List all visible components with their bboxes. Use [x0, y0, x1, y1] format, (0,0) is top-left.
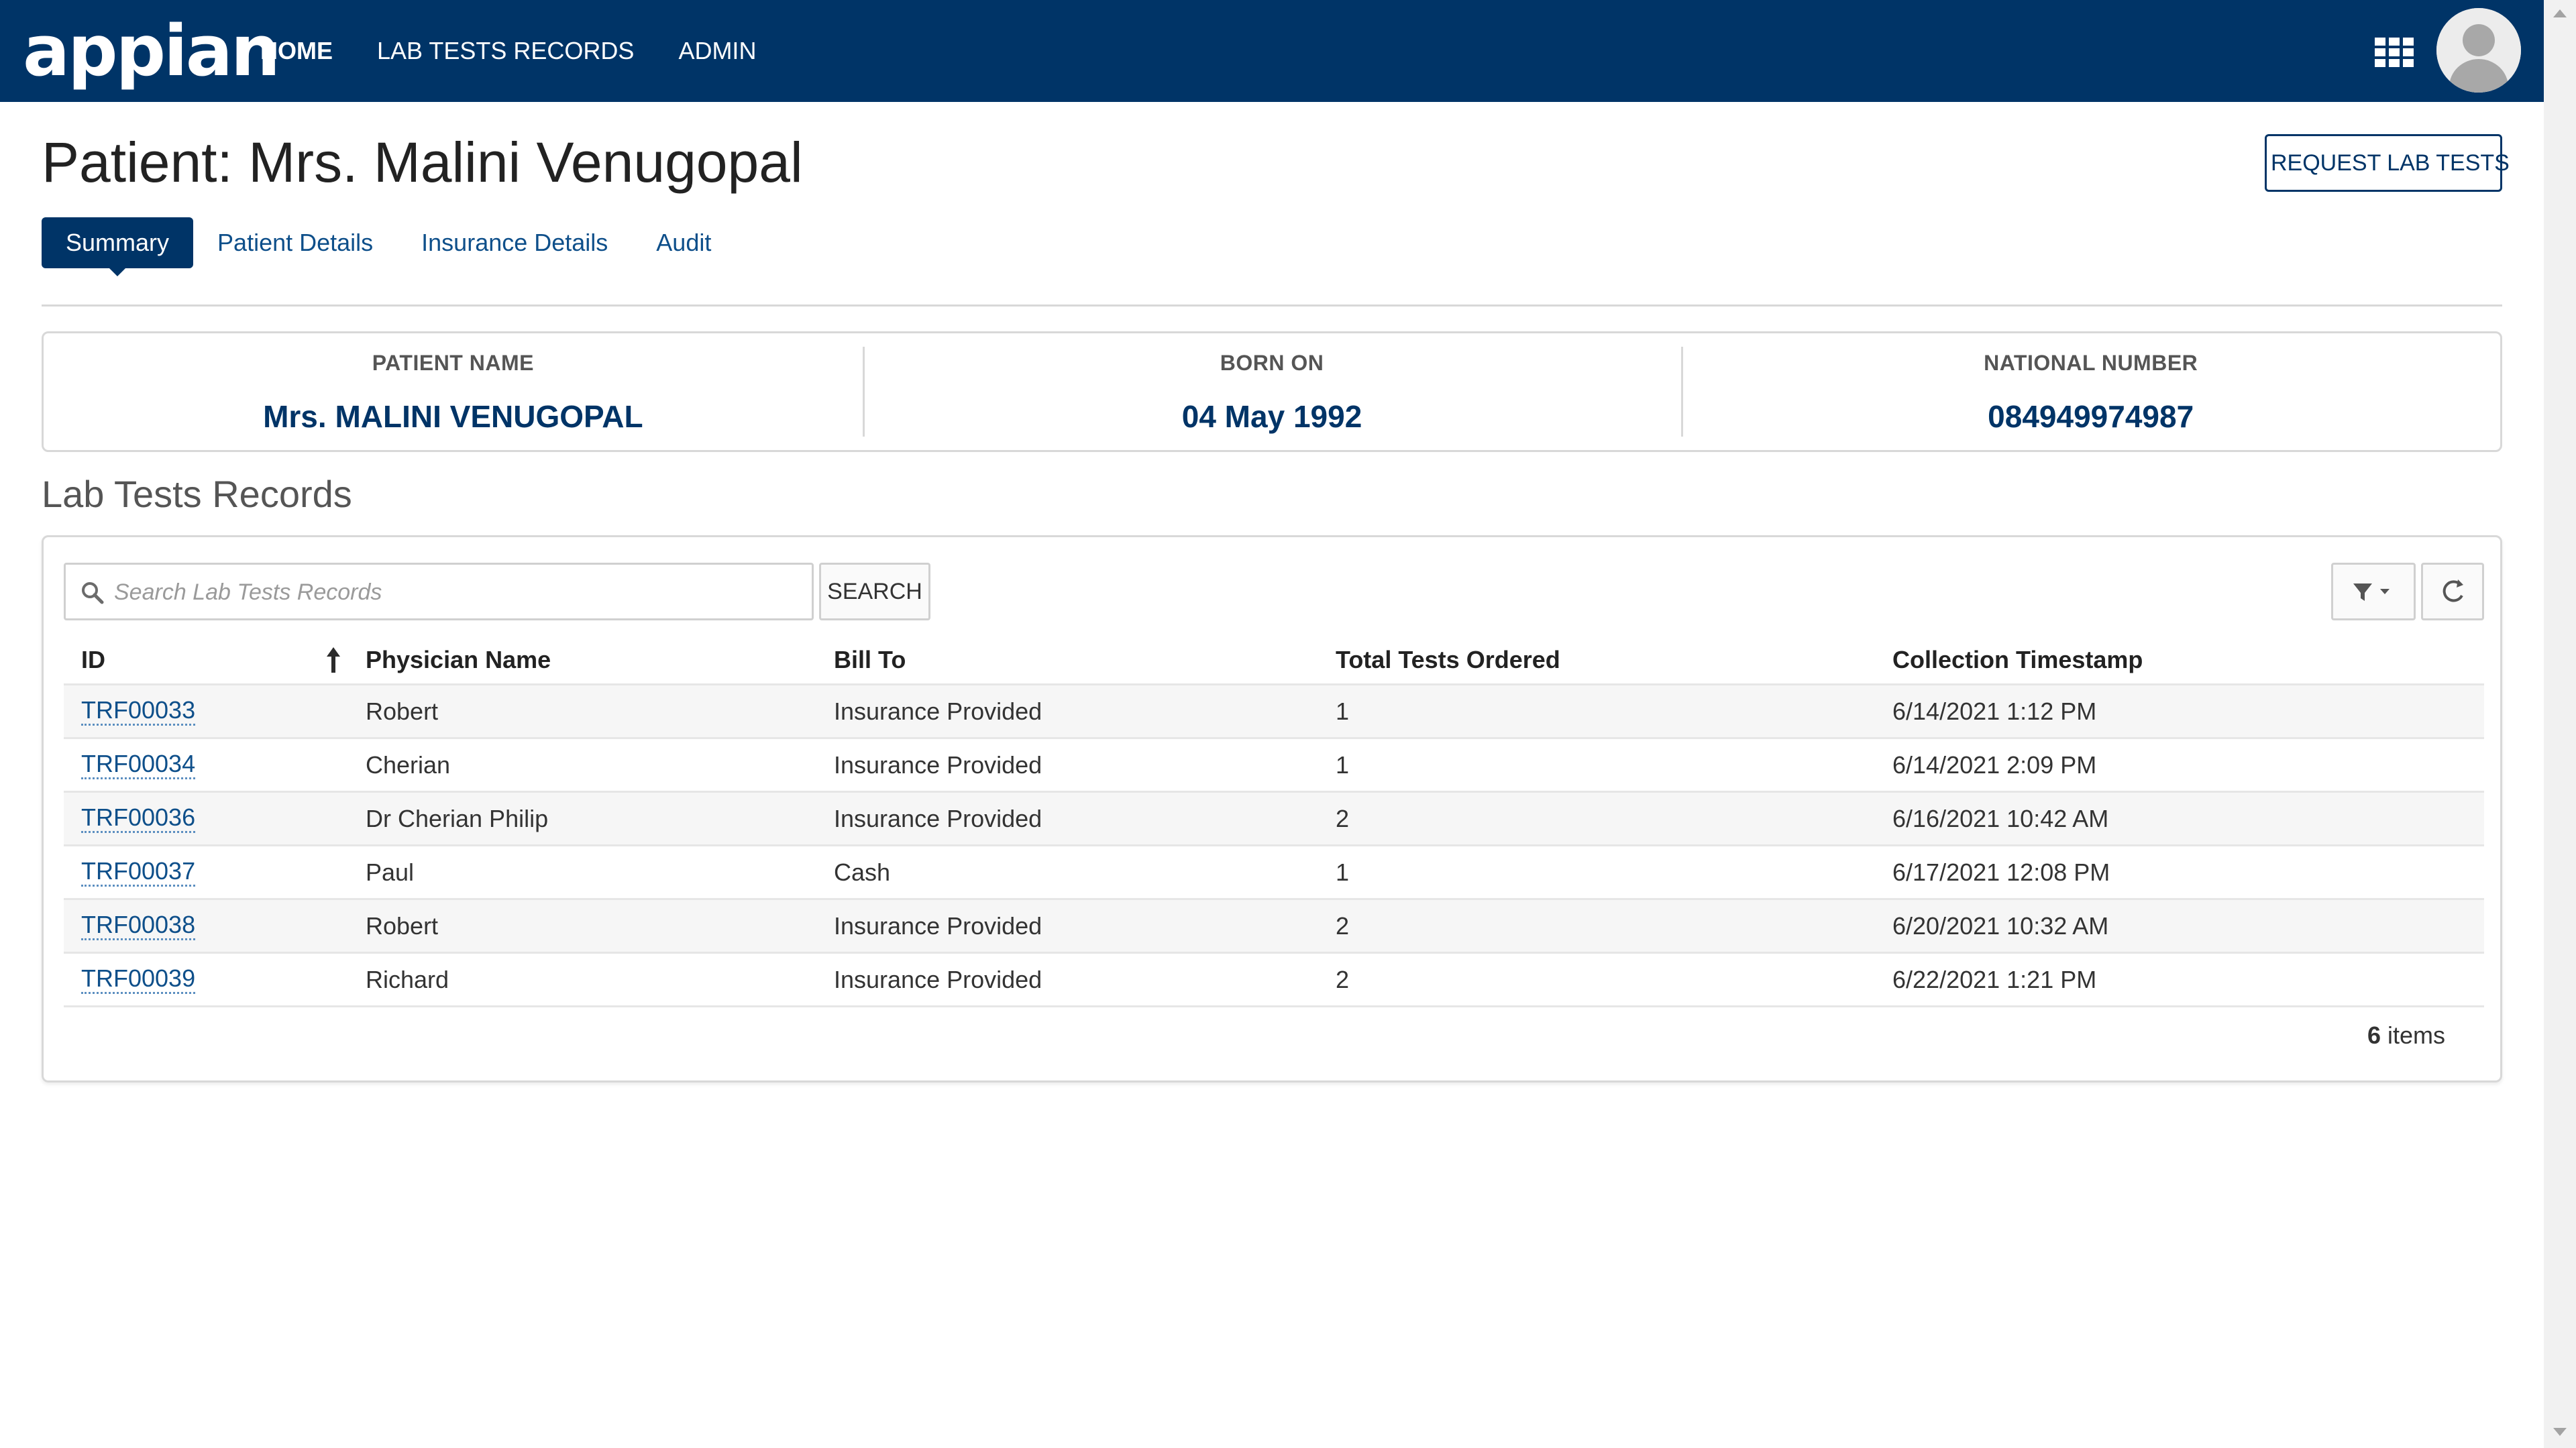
scroll-up-arrow-icon[interactable] [2553, 9, 2567, 17]
patient-summary-card: PATIENT NAME Mrs. MALINI VENUGOPAL BORN … [42, 331, 2502, 452]
main-nav: HOME LAB TESTS RECORDS ADMIN [260, 0, 800, 102]
record-id-link[interactable]: TRF00033 [81, 697, 196, 726]
refresh-button[interactable] [2421, 563, 2484, 620]
section-title: Lab Tests Records [42, 473, 352, 515]
table-header-row: ID Physician Name Bill To Total Tests Or… [64, 636, 2484, 685]
patient-name-value: Mrs. MALINI VENUGOPAL [263, 399, 643, 434]
physician-name-cell: Paul [366, 858, 415, 886]
sort-ascending-icon[interactable] [324, 645, 343, 675]
top-navigation-bar: appian HOME LAB TESTS RECORDS ADMIN [0, 0, 2544, 102]
physician-name-cell: Robert [366, 697, 439, 725]
tab-audit[interactable]: Audit [632, 217, 735, 268]
bill-to-cell: Insurance Provided [834, 750, 1042, 779]
items-count-label: items [2387, 1021, 2445, 1049]
total-tests-cell: 2 [1336, 911, 1350, 940]
items-count-number: 6 [2367, 1021, 2381, 1049]
collection-timestamp-cell: 6/16/2021 10:42 AM [1892, 804, 2109, 832]
lab-tests-records-grid-card: SEARCH ID Physician Name Bill To Total T… [42, 535, 2502, 1082]
born-on-value: 04 May 1992 [1181, 399, 1362, 434]
nav-admin[interactable]: ADMIN [678, 37, 756, 65]
collection-timestamp-cell: 6/14/2021 2:09 PM [1892, 750, 2097, 779]
appian-logo[interactable]: appian [23, 16, 280, 86]
tab-summary[interactable]: Summary [42, 217, 194, 276]
column-header-total-tests-ordered[interactable]: Total Tests Ordered [1336, 636, 1560, 683]
bill-to-cell: Insurance Provided [834, 911, 1042, 940]
collection-timestamp-cell: 6/14/2021 1:12 PM [1892, 697, 2097, 725]
patient-name-label: PATIENT NAME [372, 351, 534, 375]
header-divider [42, 304, 2502, 307]
record-id-link[interactable]: TRF00038 [81, 911, 196, 940]
total-tests-cell: 2 [1336, 965, 1350, 993]
table-row: TRF00038 Robert Insurance Provided 2 6/2… [64, 900, 2484, 954]
column-header-collection-timestamp[interactable]: Collection Timestamp [1892, 636, 2143, 683]
column-header-bill-to[interactable]: Bill To [834, 636, 906, 683]
record-id-link[interactable]: TRF00036 [81, 804, 196, 833]
collection-timestamp-cell: 6/20/2021 10:32 AM [1892, 911, 2109, 940]
nav-home[interactable]: HOME [260, 37, 333, 65]
apps-grid-icon[interactable] [2375, 38, 2414, 67]
record-id-link[interactable]: TRF00039 [81, 965, 196, 994]
search-icon [82, 582, 104, 604]
table-row: TRF00039 Richard Insurance Provided 2 6/… [64, 954, 2484, 1007]
records-table: ID Physician Name Bill To Total Tests Or… [64, 636, 2484, 1007]
total-tests-cell: 2 [1336, 804, 1350, 832]
table-row: TRF00034 Cherian Insurance Provided 1 6/… [64, 739, 2484, 793]
physician-name-cell: Robert [366, 911, 439, 940]
table-row: TRF00036 Dr Cherian Philip Insurance Pro… [64, 793, 2484, 846]
physician-name-cell: Richard [366, 965, 449, 993]
national-number-field: NATIONAL NUMBER 084949974987 [1681, 333, 2500, 450]
national-number-label: NATIONAL NUMBER [1984, 351, 2198, 375]
patient-name-field: PATIENT NAME Mrs. MALINI VENUGOPAL [44, 333, 863, 450]
table-row: TRF00033 Robert Insurance Provided 1 6/1… [64, 685, 2484, 739]
request-lab-tests-button[interactable]: REQUEST LAB TESTS [2265, 134, 2510, 192]
record-id-link[interactable]: TRF00037 [81, 858, 196, 887]
physician-name-cell: Dr Cherian Philip [366, 804, 549, 832]
filter-dropdown-button[interactable] [2331, 563, 2416, 620]
record-tabs: Summary Patient Details Insurance Detail… [42, 217, 735, 276]
born-on-field: BORN ON 04 May 1992 [862, 333, 1682, 450]
total-tests-cell: 1 [1336, 858, 1350, 886]
national-number-value: 084949974987 [1988, 399, 2194, 434]
bill-to-cell: Insurance Provided [834, 804, 1042, 832]
collection-timestamp-cell: 6/17/2021 12:08 PM [1892, 858, 2110, 886]
search-button[interactable]: SEARCH [819, 563, 930, 620]
search-box [64, 563, 814, 620]
refresh-icon [2443, 579, 2463, 602]
collection-timestamp-cell: 6/22/2021 1:21 PM [1892, 965, 2097, 993]
born-on-label: BORN ON [1220, 351, 1324, 375]
items-count: 6 items [2367, 1021, 2445, 1050]
user-avatar-icon[interactable] [2436, 8, 2521, 93]
record-id-link[interactable]: TRF00034 [81, 750, 196, 779]
bill-to-cell: Insurance Provided [834, 965, 1042, 993]
filter-icon [2353, 583, 2390, 601]
table-row: TRF00037 Paul Cash 1 6/17/2021 12:08 PM [64, 846, 2484, 900]
nav-lab-tests-records[interactable]: LAB TESTS RECORDS [377, 37, 634, 65]
search-input[interactable] [113, 565, 806, 620]
column-header-physician-name[interactable]: Physician Name [366, 636, 551, 683]
scroll-down-arrow-icon[interactable] [2553, 1428, 2567, 1436]
total-tests-cell: 1 [1336, 697, 1350, 725]
bill-to-cell: Insurance Provided [834, 697, 1042, 725]
vertical-scrollbar[interactable] [2544, 0, 2576, 1448]
bill-to-cell: Cash [834, 858, 891, 886]
tab-patient-details[interactable]: Patient Details [193, 217, 397, 268]
tab-insurance-details[interactable]: Insurance Details [397, 217, 632, 268]
total-tests-cell: 1 [1336, 750, 1350, 779]
physician-name-cell: Cherian [366, 750, 451, 779]
column-header-id[interactable]: ID [81, 636, 105, 683]
page-title: Patient: Mrs. Malini Venugopal [42, 131, 803, 194]
